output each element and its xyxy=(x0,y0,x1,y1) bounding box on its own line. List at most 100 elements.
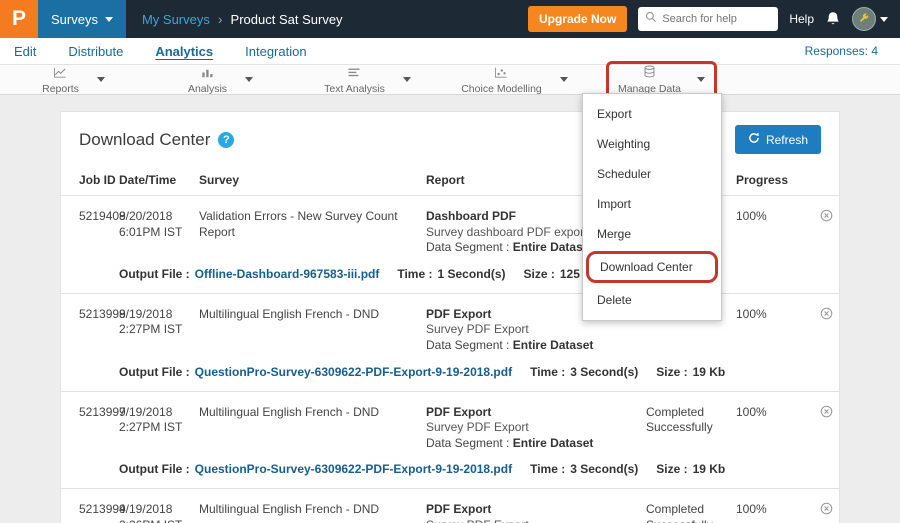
cancel-job-icon[interactable] xyxy=(820,502,833,520)
chevron-down-icon xyxy=(245,77,253,82)
account-menu[interactable] xyxy=(852,7,888,31)
toolbar-item-analysis[interactable]: Analysis xyxy=(147,65,294,95)
topbar-right-group: Upgrade Now Help xyxy=(528,6,900,32)
col-header-job-id: Job ID xyxy=(61,173,119,187)
output-file-label: Output File : xyxy=(119,462,190,476)
bar-chart-icon xyxy=(200,65,214,83)
menu-item-scheduler[interactable]: Scheduler xyxy=(583,159,721,189)
status-cell: Completed Successfully xyxy=(646,405,736,452)
help-link[interactable]: Help xyxy=(789,12,814,26)
size-label: Size : xyxy=(656,462,687,476)
table-row: 5219408 9/20/2018 6:01PM IST Validation … xyxy=(61,196,839,256)
output-file-link[interactable]: Offline-Dashboard-967583-iii.pdf xyxy=(195,267,380,281)
data-segment-label: Data Segment : xyxy=(426,338,509,352)
datetime-cell: 9/19/2018 2:27PM IST xyxy=(119,307,199,354)
cancel-job-icon[interactable] xyxy=(820,405,833,423)
top-bar: P Surveys My Surveys › Product Sat Surve… xyxy=(0,0,900,38)
tab-analytics[interactable]: Analytics xyxy=(155,44,213,59)
datetime-cell: 9/19/2018 2:27PM IST xyxy=(119,405,199,452)
time-label: Time : xyxy=(530,462,565,476)
breadcrumb: My Surveys › Product Sat Survey xyxy=(142,11,343,27)
size-value: 19 Kb xyxy=(693,462,726,476)
text-lines-icon xyxy=(347,65,361,83)
col-header-survey: Survey xyxy=(199,173,426,187)
toolbar-item-text-analysis[interactable]: Text Analysis xyxy=(294,65,441,95)
report-title: PDF Export xyxy=(426,405,636,421)
menu-item-download-center[interactable]: Download Center xyxy=(589,254,715,280)
upgrade-now-button[interactable]: Upgrade Now xyxy=(528,6,627,32)
menu-item-import[interactable]: Import xyxy=(583,189,721,219)
refresh-icon xyxy=(748,132,760,147)
job-id-cell: 5219408 xyxy=(61,209,119,256)
toolbar-item-choice-modelling[interactable]: Choice Modelling xyxy=(441,65,588,95)
data-segment-label: Data Segment : xyxy=(426,240,509,254)
cancel-job-icon[interactable] xyxy=(820,307,833,325)
status-cell: Completed Successfully xyxy=(646,502,736,523)
database-icon xyxy=(643,65,656,83)
table-header-row: Job ID Date/Time Survey Report Progress xyxy=(61,165,839,196)
search-input[interactable] xyxy=(662,13,771,25)
survey-cell: Multilingual English French - DND xyxy=(199,502,426,523)
chevron-down-icon xyxy=(880,17,888,22)
time-value: 3 Second(s) xyxy=(570,365,638,379)
menu-item-export[interactable]: Export xyxy=(583,99,721,129)
progress-cell: 100% xyxy=(736,307,801,354)
help-icon[interactable]: ? xyxy=(218,132,234,148)
app-logo[interactable]: P xyxy=(0,0,38,38)
progress-cell: 100% xyxy=(736,502,801,523)
notifications-bell-icon[interactable] xyxy=(825,11,841,27)
report-desc: Survey PDF Export xyxy=(426,322,636,338)
avatar xyxy=(852,7,876,31)
help-search-box[interactable] xyxy=(638,7,778,31)
datetime-cell: 9/20/2018 6:01PM IST xyxy=(119,209,199,256)
table-row: 5213994 9/19/2018 2:26PM IST Multilingua… xyxy=(61,489,839,523)
col-header-progress: Progress xyxy=(736,173,801,187)
output-file-row: Output File : QuestionPro-Survey-6309622… xyxy=(61,354,839,392)
output-file-row: Output File : Offline-Dashboard-967583-i… xyxy=(61,256,839,294)
progress-cell: 100% xyxy=(736,405,801,452)
breadcrumb-my-surveys[interactable]: My Surveys xyxy=(142,12,210,27)
surveys-menu[interactable]: Surveys xyxy=(38,0,126,38)
chevron-down-icon xyxy=(403,77,411,82)
tab-distribute[interactable]: Distribute xyxy=(68,44,123,59)
tab-edit[interactable]: Edit xyxy=(14,44,36,59)
progress-cell: 100% xyxy=(736,209,801,256)
toolbar-item-label: Reports xyxy=(42,83,79,95)
datetime-cell: 9/19/2018 2:26PM IST xyxy=(119,502,199,523)
report-cell: PDF Export Survey PDF Export Data Segmen… xyxy=(426,405,646,452)
job-id-cell: 5213998 xyxy=(61,307,119,354)
chevron-down-icon xyxy=(97,77,105,82)
data-segment-value: Entire Dataset xyxy=(513,338,594,352)
menu-item-delete[interactable]: Delete xyxy=(583,285,721,315)
output-file-link[interactable]: QuestionPro-Survey-6309622-PDF-Export-9-… xyxy=(195,462,512,476)
report-title: PDF Export xyxy=(426,502,636,518)
output-file-link[interactable]: QuestionPro-Survey-6309622-PDF-Export-9-… xyxy=(195,365,512,379)
time-label: Time : xyxy=(530,365,565,379)
report-desc: Survey PDF Export xyxy=(426,518,636,523)
manage-data-dropdown: Export Weighting Scheduler Import Merge … xyxy=(582,93,722,321)
cancel-job-icon[interactable] xyxy=(820,209,833,227)
report-cell: PDF Export Survey PDF Export Data Segmen… xyxy=(426,502,646,523)
data-segment-label: Data Segment : xyxy=(426,436,509,450)
time-value: 1 Second(s) xyxy=(437,267,505,281)
section-tab-bar: Edit Distribute Analytics Integration Re… xyxy=(0,38,900,64)
annotation-box-download-center: Download Center xyxy=(586,251,718,283)
data-segment: Data Segment : Entire Dataset xyxy=(426,436,636,452)
analytics-toolbar: Reports Analysis Text Analysis Choice Mo… xyxy=(0,64,900,95)
menu-item-merge[interactable]: Merge xyxy=(583,219,721,249)
menu-item-weighting[interactable]: Weighting xyxy=(583,129,721,159)
refresh-button[interactable]: Refresh xyxy=(735,125,821,154)
responses-count[interactable]: Responses: 4 xyxy=(805,44,886,58)
download-center-panel: Download Center ? Refresh Job ID Date/Ti… xyxy=(60,111,840,523)
time-label: Time : xyxy=(397,267,432,281)
jobs-table: Job ID Date/Time Survey Report Progress … xyxy=(61,165,839,523)
col-header-datetime: Date/Time xyxy=(119,173,199,187)
toolbar-item-reports[interactable]: Reports xyxy=(0,65,147,95)
survey-cell: Validation Errors - New Survey Count Rep… xyxy=(199,209,426,256)
line-chart-icon xyxy=(53,65,67,83)
survey-cell: Multilingual English French - DND xyxy=(199,405,426,452)
chevron-down-icon xyxy=(560,77,568,82)
chevron-down-icon xyxy=(697,77,705,82)
output-file-row: Output File : QuestionPro-Survey-6309622… xyxy=(61,451,839,489)
tab-integration[interactable]: Integration xyxy=(245,44,306,59)
